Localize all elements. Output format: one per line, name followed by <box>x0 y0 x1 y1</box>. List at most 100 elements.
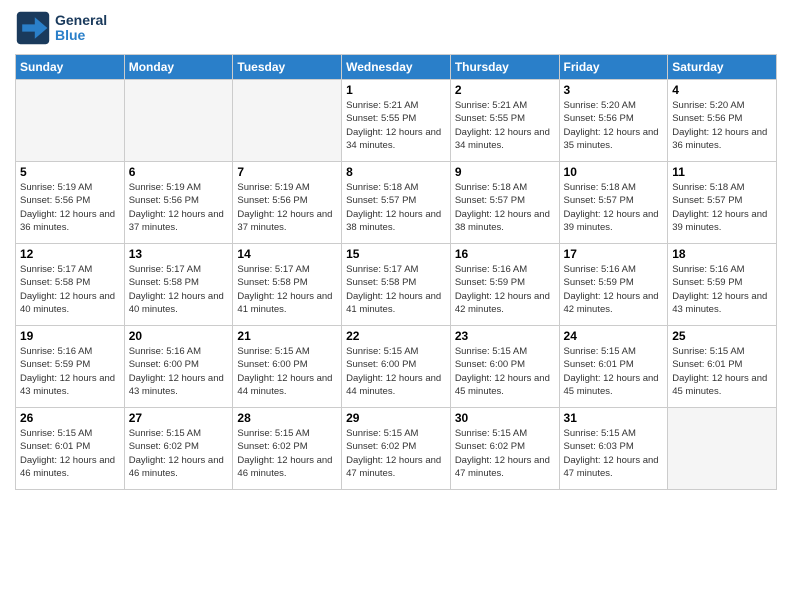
day-number: 9 <box>455 165 555 179</box>
day-info: Sunrise: 5:20 AMSunset: 5:56 PMDaylight:… <box>672 99 772 152</box>
day-cell <box>668 408 777 490</box>
page-container: General Blue SundayMondayTuesdayWednesda… <box>0 0 792 500</box>
week-row-2: 5Sunrise: 5:19 AMSunset: 5:56 PMDaylight… <box>16 162 777 244</box>
week-row-5: 26 Sunrise: 5:15 AMSunset: 6:01 PMDayligh… <box>16 408 777 490</box>
day-info: Sunrise: 5:17 AMSunset: 5:58 PMDaylight:… <box>346 263 446 316</box>
day-info: Sunrise: 5:15 AMSunset: 6:03 PMDaylight:… <box>564 427 664 480</box>
day-cell: 6 Sunrise: 5:19 AMSunset: 5:56 PMDaylight… <box>124 162 233 244</box>
day-number: 3 <box>564 83 664 97</box>
day-cell: 9 Sunrise: 5:18 AMSunset: 5:57 PMDaylight… <box>450 162 559 244</box>
day-info: Sunrise: 5:15 AMSunset: 6:02 PMDaylight:… <box>237 427 337 480</box>
day-number: 28 <box>237 411 337 425</box>
day-number: 12 <box>20 247 120 261</box>
day-cell: 26 Sunrise: 5:15 AMSunset: 6:01 PMDayligh… <box>16 408 125 490</box>
day-number: 2 <box>455 83 555 97</box>
day-number: 1 <box>346 83 446 97</box>
day-info: Sunrise: 5:19 AMSunset: 5:56 PMDaylight:… <box>237 181 337 234</box>
day-info: Sunrise: 5:15 AMSunset: 6:02 PMDaylight:… <box>129 427 229 480</box>
day-info: Sunrise: 5:18 AMSunset: 5:57 PMDaylight:… <box>672 181 772 234</box>
day-cell: 24 Sunrise: 5:15 AMSunset: 6:01 PMDayligh… <box>559 326 668 408</box>
day-info: Sunrise: 5:18 AMSunset: 5:57 PMDaylight:… <box>564 181 664 234</box>
day-info: Sunrise: 5:15 AMSunset: 6:01 PMDaylight:… <box>564 345 664 398</box>
day-cell: 27Sunrise: 5:15 AMSunset: 6:02 PMDayligh… <box>124 408 233 490</box>
day-cell <box>124 80 233 162</box>
day-number: 7 <box>237 165 337 179</box>
day-cell: 7 Sunrise: 5:19 AMSunset: 5:56 PMDaylight… <box>233 162 342 244</box>
day-info: Sunrise: 5:16 AMSunset: 5:59 PMDaylight:… <box>20 345 120 398</box>
day-cell: 13Sunrise: 5:17 AMSunset: 5:58 PMDayligh… <box>124 244 233 326</box>
logo-text: General Blue <box>55 13 107 44</box>
day-cell <box>16 80 125 162</box>
week-row-4: 19 Sunrise: 5:16 AMSunset: 5:59 PMDayligh… <box>16 326 777 408</box>
day-info: Sunrise: 5:15 AMSunset: 6:01 PMDaylight:… <box>672 345 772 398</box>
logo: General Blue <box>15 10 107 46</box>
day-number: 6 <box>129 165 229 179</box>
day-cell: 17Sunrise: 5:16 AMSunset: 5:59 PMDayligh… <box>559 244 668 326</box>
day-number: 20 <box>129 329 229 343</box>
week-row-1: 1 Sunrise: 5:21 AMSunset: 5:55 PMDaylight… <box>16 80 777 162</box>
day-cell: 19 Sunrise: 5:16 AMSunset: 5:59 PMDayligh… <box>16 326 125 408</box>
day-info: Sunrise: 5:19 AMSunset: 5:56 PMDaylight:… <box>20 181 120 234</box>
day-number: 21 <box>237 329 337 343</box>
day-number: 31 <box>564 411 664 425</box>
day-info: Sunrise: 5:16 AMSunset: 6:00 PMDaylight:… <box>129 345 229 398</box>
day-info: Sunrise: 5:19 AMSunset: 5:56 PMDaylight:… <box>129 181 229 234</box>
day-info: Sunrise: 5:15 AMSunset: 6:01 PMDaylight:… <box>20 427 120 480</box>
day-number: 18 <box>672 247 772 261</box>
day-cell: 2 Sunrise: 5:21 AMSunset: 5:55 PMDaylight… <box>450 80 559 162</box>
calendar-table: SundayMondayTuesdayWednesdayThursdayFrid… <box>15 54 777 490</box>
day-number: 23 <box>455 329 555 343</box>
day-info: Sunrise: 5:15 AMSunset: 6:00 PMDaylight:… <box>455 345 555 398</box>
day-cell <box>233 80 342 162</box>
day-number: 30 <box>455 411 555 425</box>
day-info: Sunrise: 5:15 AMSunset: 6:00 PMDaylight:… <box>346 345 446 398</box>
day-number: 10 <box>564 165 664 179</box>
day-cell: 25 Sunrise: 5:15 AMSunset: 6:01 PMDayligh… <box>668 326 777 408</box>
weekday-tuesday: Tuesday <box>233 55 342 80</box>
day-number: 24 <box>564 329 664 343</box>
day-cell: 16Sunrise: 5:16 AMSunset: 5:59 PMDayligh… <box>450 244 559 326</box>
day-number: 8 <box>346 165 446 179</box>
day-cell: 22 Sunrise: 5:15 AMSunset: 6:00 PMDayligh… <box>342 326 451 408</box>
day-info: Sunrise: 5:15 AMSunset: 6:00 PMDaylight:… <box>237 345 337 398</box>
day-info: Sunrise: 5:16 AMSunset: 5:59 PMDaylight:… <box>672 263 772 316</box>
day-cell: 3 Sunrise: 5:20 AMSunset: 5:56 PMDaylight… <box>559 80 668 162</box>
day-cell: 1Sunrise: 5:21 AMSunset: 5:55 PMDaylight… <box>342 80 451 162</box>
day-info: Sunrise: 5:20 AMSunset: 5:56 PMDaylight:… <box>564 99 664 152</box>
day-info: Sunrise: 5:15 AMSunset: 6:02 PMDaylight:… <box>346 427 446 480</box>
day-cell: 5Sunrise: 5:19 AMSunset: 5:56 PMDaylight… <box>16 162 125 244</box>
day-cell: 18 Sunrise: 5:16 AMSunset: 5:59 PMDayligh… <box>668 244 777 326</box>
day-number: 4 <box>672 83 772 97</box>
day-cell: 4 Sunrise: 5:20 AMSunset: 5:56 PMDaylight… <box>668 80 777 162</box>
weekday-monday: Monday <box>124 55 233 80</box>
day-cell: 29 Sunrise: 5:15 AMSunset: 6:02 PMDayligh… <box>342 408 451 490</box>
weekday-saturday: Saturday <box>668 55 777 80</box>
day-info: Sunrise: 5:17 AMSunset: 5:58 PMDaylight:… <box>237 263 337 316</box>
day-info: Sunrise: 5:18 AMSunset: 5:57 PMDaylight:… <box>455 181 555 234</box>
day-number: 13 <box>129 247 229 261</box>
day-number: 25 <box>672 329 772 343</box>
day-cell: 23 Sunrise: 5:15 AMSunset: 6:00 PMDayligh… <box>450 326 559 408</box>
day-number: 11 <box>672 165 772 179</box>
day-number: 15 <box>346 247 446 261</box>
week-row-3: 12 Sunrise: 5:17 AMSunset: 5:58 PMDayligh… <box>16 244 777 326</box>
weekday-thursday: Thursday <box>450 55 559 80</box>
day-number: 19 <box>20 329 120 343</box>
day-number: 26 <box>20 411 120 425</box>
day-info: Sunrise: 5:16 AMSunset: 5:59 PMDaylight:… <box>564 263 664 316</box>
day-info: Sunrise: 5:21 AMSunset: 5:55 PMDaylight:… <box>455 99 555 152</box>
day-cell: 10 Sunrise: 5:18 AMSunset: 5:57 PMDayligh… <box>559 162 668 244</box>
day-cell: 28 Sunrise: 5:15 AMSunset: 6:02 PMDayligh… <box>233 408 342 490</box>
day-info: Sunrise: 5:17 AMSunset: 5:58 PMDaylight:… <box>20 263 120 316</box>
day-number: 16 <box>455 247 555 261</box>
day-cell: 15 Sunrise: 5:17 AMSunset: 5:58 PMDayligh… <box>342 244 451 326</box>
day-cell: 11 Sunrise: 5:18 AMSunset: 5:57 PMDayligh… <box>668 162 777 244</box>
day-number: 14 <box>237 247 337 261</box>
header: General Blue <box>15 10 777 46</box>
weekday-friday: Friday <box>559 55 668 80</box>
day-cell: 31 Sunrise: 5:15 AMSunset: 6:03 PMDayligh… <box>559 408 668 490</box>
day-number: 29 <box>346 411 446 425</box>
day-cell: 21 Sunrise: 5:15 AMSunset: 6:00 PMDayligh… <box>233 326 342 408</box>
day-number: 22 <box>346 329 446 343</box>
day-cell: 30Sunrise: 5:15 AMSunset: 6:02 PMDayligh… <box>450 408 559 490</box>
